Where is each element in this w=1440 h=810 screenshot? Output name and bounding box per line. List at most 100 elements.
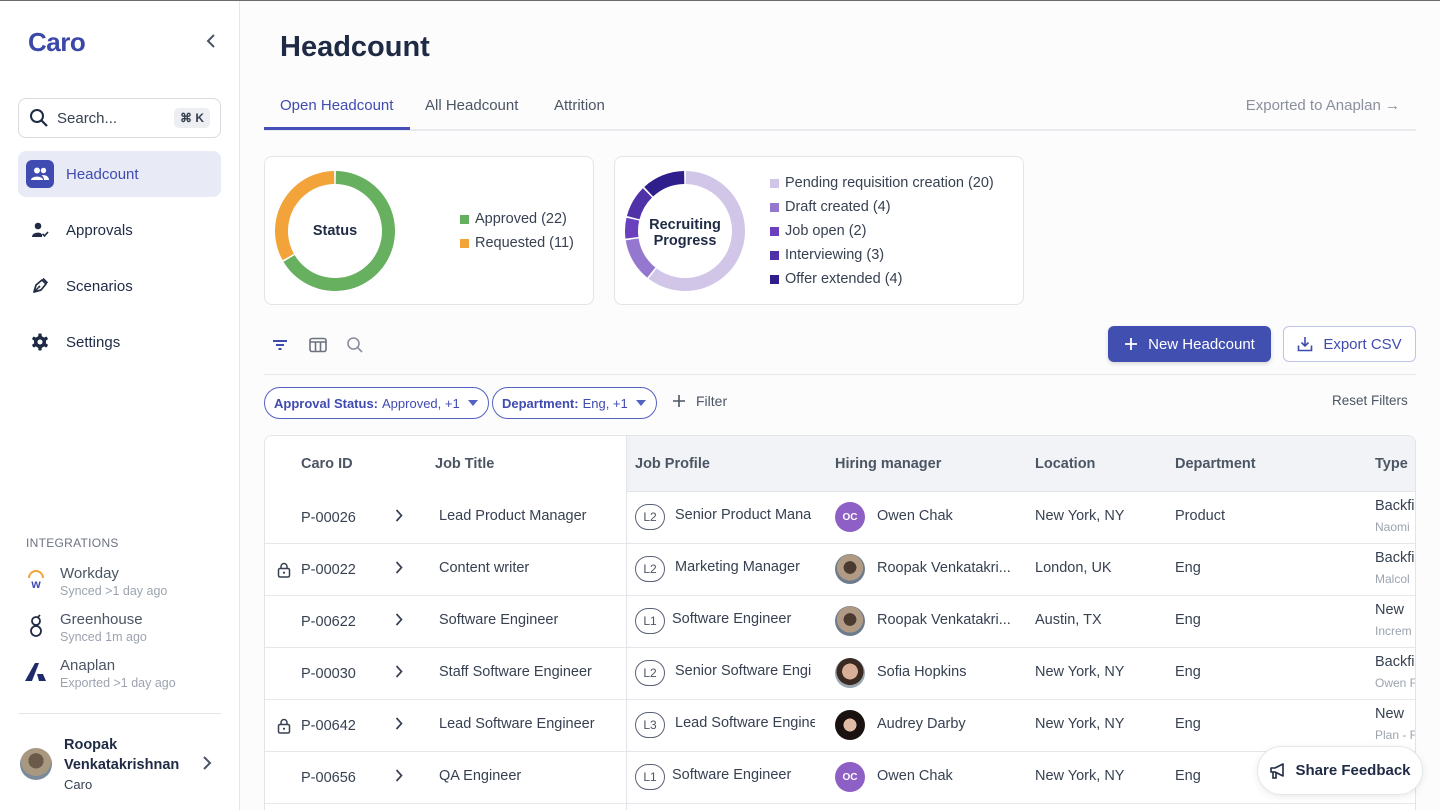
legend-label: Job open (2)	[785, 223, 867, 239]
hiring-manager-avatar	[835, 658, 865, 688]
column-header-job-profile[interactable]: Job Profile	[635, 456, 710, 472]
hiring-manager-cell: Roopak Venkatakri...	[877, 612, 1011, 628]
legend-swatch	[770, 274, 779, 284]
tab-attrition[interactable]: Attrition	[554, 97, 605, 114]
caro-id-cell: P-00022	[301, 562, 356, 578]
legend-item[interactable]: Requested (11)	[460, 231, 574, 255]
tab-bar: Open Headcount All Headcount Attrition E…	[264, 89, 1416, 131]
department-cell: Eng	[1175, 612, 1201, 628]
recruiting-legend: Pending requisition creation (20) Draft c…	[770, 171, 994, 291]
tab-open-headcount[interactable]: Open Headcount	[280, 97, 393, 114]
share-feedback-button[interactable]: Share Feedback	[1257, 746, 1423, 795]
column-header-location[interactable]: Location	[1035, 456, 1095, 472]
filter-chip-approval-status[interactable]: Approval Status: Approved, +1	[264, 387, 489, 419]
expand-row-chevron-icon[interactable]	[395, 561, 403, 579]
hiring-manager-cell: Sofia Hopkins	[877, 664, 967, 680]
column-header-caro-id[interactable]: Caro ID	[301, 456, 353, 472]
expand-row-chevron-icon[interactable]	[395, 769, 403, 787]
add-filter-label: Filter	[696, 393, 728, 409]
job-profile-cell: Marketing Manager	[675, 559, 800, 575]
new-headcount-button[interactable]: New Headcount	[1108, 326, 1271, 362]
add-filter-button[interactable]: Filter	[672, 393, 727, 409]
level-badge: L1	[635, 608, 665, 634]
sidebar-item-scenarios[interactable]: Scenarios	[18, 263, 221, 309]
integration-status: Synced >1 day ago	[60, 584, 168, 598]
column-header-job-title[interactable]: Job Title	[435, 456, 494, 472]
collapse-sidebar-button[interactable]	[202, 31, 220, 51]
export-csv-button[interactable]: Export CSV	[1283, 326, 1416, 362]
reset-filters-button[interactable]: Reset Filters	[1332, 393, 1408, 408]
type-detail-cell: Malcol	[1375, 572, 1410, 586]
integration-name: Anaplan	[60, 657, 116, 674]
table-row[interactable]: P-00030 Staff Software Engineer L2 Senior S…	[265, 648, 1415, 700]
location-cell: New York, NY	[1035, 508, 1125, 524]
search-input[interactable]: Search... ⌘ K	[18, 98, 221, 138]
table-row[interactable]: P-00622 Software Engineer L1 Software Engin…	[265, 596, 1415, 648]
exported-to-anaplan-link[interactable]: Exported to Anaplan →	[1246, 97, 1400, 114]
column-header-hiring-manager[interactable]: Hiring manager	[835, 456, 941, 472]
legend-label: Requested (11)	[475, 235, 574, 251]
workday-logo-icon: w	[22, 565, 50, 595]
column-header-type[interactable]: Type	[1375, 456, 1408, 472]
tab-all-headcount[interactable]: All Headcount	[425, 97, 518, 114]
type-detail-cell: Naomi	[1375, 520, 1410, 534]
legend-item[interactable]: Interviewing (3)	[770, 243, 994, 267]
sidebar-item-headcount[interactable]: Headcount	[18, 151, 221, 197]
table-row[interactable]: P-00642 Lead Software Engineer L3 Lead Soft…	[265, 700, 1415, 752]
type-detail-cell: Owen F	[1375, 676, 1416, 690]
expand-row-chevron-icon[interactable]	[395, 509, 403, 527]
filter-chip-department[interactable]: Department: Eng, +1	[492, 387, 657, 419]
filter-value: Approved, +1	[382, 395, 460, 411]
user-profile-menu[interactable]: Roopak Venkatakrishnan Caro	[20, 734, 220, 794]
shortcut-badge: ⌘ K	[174, 108, 210, 128]
chevron-left-icon	[206, 34, 215, 48]
department-cell: Eng	[1175, 716, 1201, 732]
legend-swatch	[770, 250, 779, 260]
headcount-table: Caro ID Job Title Job Profile Hiring man…	[264, 435, 1416, 810]
user-last-name: Venkatakrishnan	[64, 756, 180, 773]
hiring-manager-avatar	[835, 710, 865, 740]
expand-row-chevron-icon[interactable]	[395, 717, 403, 735]
integration-anaplan[interactable]: Anaplan Exported >1 day ago	[22, 657, 222, 697]
donut-slice-offer-extended[interactable]	[644, 171, 685, 197]
lock-icon	[277, 562, 291, 578]
caro-id-cell: P-00656	[301, 770, 356, 786]
table-right-edge	[1416, 435, 1440, 810]
donut-slice-interviewing[interactable]	[626, 188, 653, 220]
table-row[interactable]: P-00026 Lead Product Manager L2 Senior Prod…	[265, 492, 1415, 544]
legend-item[interactable]: Draft created (4)	[770, 195, 994, 219]
legend-item[interactable]: Job open (2)	[770, 219, 994, 243]
filter-key: Approval Status:	[274, 395, 379, 411]
hiring-manager-avatar	[835, 554, 865, 584]
integration-workday[interactable]: w Workday Synced >1 day ago	[22, 565, 222, 605]
table-row[interactable]: P-00656 QA Engineer L1 Software Engineer OC O…	[265, 752, 1415, 804]
app-logo[interactable]: Caro	[28, 27, 86, 58]
column-header-department[interactable]: Department	[1175, 456, 1256, 472]
user-check-icon	[26, 216, 54, 244]
filter-toggle-button[interactable]	[269, 334, 291, 356]
legend-item[interactable]: Offer extended (4)	[770, 267, 994, 291]
integration-greenhouse[interactable]: Greenhouse Synced 1m ago	[22, 611, 222, 651]
table-header: Caro ID Job Title Job Profile Hiring man…	[265, 436, 1415, 492]
expand-row-chevron-icon[interactable]	[395, 665, 403, 683]
location-cell: New York, NY	[1035, 664, 1125, 680]
job-profile-cell: Senior Software Engi	[675, 663, 812, 679]
integration-name: Workday	[60, 565, 119, 582]
search-icon	[347, 337, 363, 353]
columns-button[interactable]	[307, 334, 329, 356]
status-legend: Approved (22) Requested (11)	[460, 207, 574, 255]
download-icon	[1298, 337, 1313, 352]
legend-item[interactable]: Pending requisition creation (20)	[770, 171, 994, 195]
table-search-button[interactable]	[344, 334, 366, 356]
table-row[interactable]: P-00022 Content writer L2 Marketing Manager…	[265, 544, 1415, 596]
sidebar-item-approvals[interactable]: Approvals	[18, 207, 221, 253]
expand-row-chevron-icon[interactable]	[395, 613, 403, 631]
integration-name: Greenhouse	[60, 611, 143, 628]
department-cell: Eng	[1175, 560, 1201, 576]
legend-item[interactable]: Approved (22)	[460, 207, 574, 231]
donut-slice-requested[interactable]	[275, 171, 335, 261]
hiring-manager-cell: Audrey Darby	[877, 716, 966, 732]
hiring-manager-cell: Roopak Venkatakri...	[877, 560, 1011, 576]
sidebar-item-settings[interactable]: Settings	[18, 319, 221, 365]
frozen-column-divider	[626, 436, 627, 810]
